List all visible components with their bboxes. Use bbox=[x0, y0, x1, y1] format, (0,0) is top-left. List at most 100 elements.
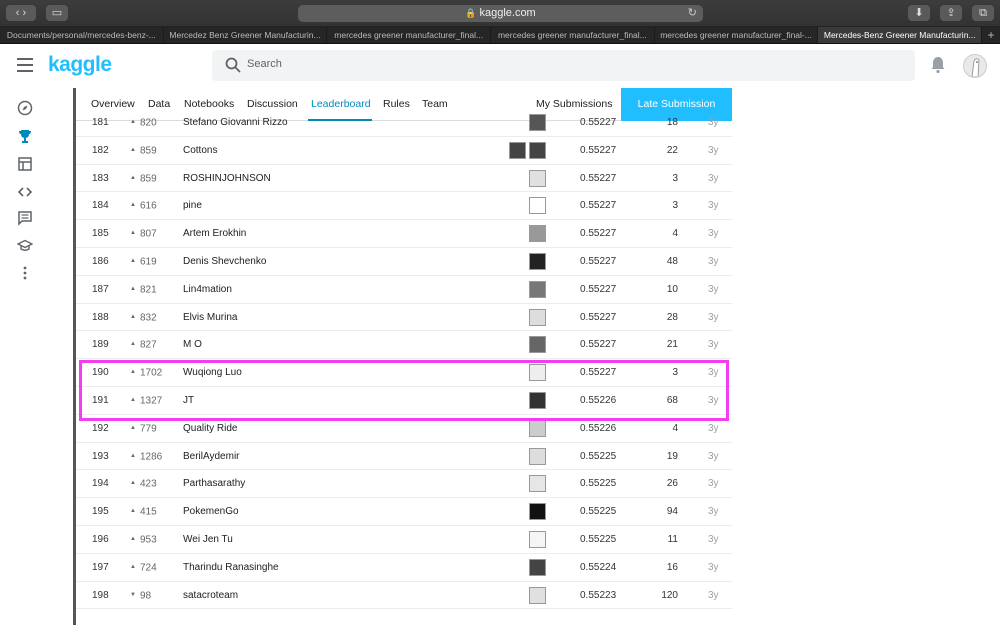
team-member-avatar[interactable] bbox=[529, 530, 546, 548]
rank-change-cell: ▲ 953 bbox=[130, 526, 157, 554]
team-member-avatar[interactable] bbox=[529, 252, 546, 270]
table-row[interactable]: 193 ▲ 1286 BerilAydemir 0.55225 19 3y bbox=[76, 443, 732, 471]
browser-tab[interactable]: Mercedes-Benz Greener Manufacturin... bbox=[818, 27, 983, 43]
table-row[interactable]: 197 ▲ 724 Tharindu Ranasinghe 0.55224 16 3y bbox=[76, 554, 732, 582]
browser-tab[interactable]: mercedes greener manufacturer_final... bbox=[327, 27, 492, 43]
address-bar[interactable]: 🔒 kaggle.com ↻ bbox=[298, 5, 703, 22]
team-member-avatar[interactable] bbox=[529, 336, 546, 354]
tabs-overview-icon[interactable]: ⧉ bbox=[972, 5, 994, 21]
team-name[interactable]: ROSHINJOHNSON bbox=[183, 165, 271, 193]
table-row[interactable]: 185 ▲ 807 Artem Erokhin 0.55227 4 3y bbox=[76, 220, 732, 248]
team-name[interactable]: BerilAydemir bbox=[183, 443, 240, 471]
user-avatar[interactable] bbox=[963, 54, 987, 78]
table-row[interactable]: 182 ▲ 859 Cottons 0.55227 22 3y bbox=[76, 137, 732, 165]
team-member-avatar[interactable] bbox=[529, 391, 546, 409]
table-row[interactable]: 184 ▲ 616 pine 0.55227 3 3y bbox=[76, 192, 732, 221]
team-name[interactable]: Stefano Giovanni Rizzo bbox=[183, 109, 288, 137]
code-icon[interactable] bbox=[17, 184, 33, 200]
team-name[interactable]: M O bbox=[183, 331, 202, 359]
more-icon[interactable] bbox=[17, 265, 33, 281]
team-member-avatar[interactable] bbox=[529, 169, 546, 187]
score-cell: 0.55227 bbox=[580, 117, 617, 128]
courses-icon[interactable] bbox=[17, 238, 33, 254]
table-row[interactable]: 181 ▲ 820 Stefano Giovanni Rizzo 0.55227 18 3y bbox=[76, 109, 732, 137]
browser-tab[interactable]: mercedes greener manufacturer_final... bbox=[491, 27, 655, 43]
team-member-avatar[interactable] bbox=[529, 280, 546, 298]
team-name[interactable]: Tharindu Ranasinghe bbox=[183, 554, 279, 582]
team-name[interactable]: Artem Erokhin bbox=[183, 220, 246, 248]
team-name[interactable]: Lin4mation bbox=[183, 276, 232, 304]
team-member-avatar[interactable] bbox=[529, 114, 546, 131]
table-row[interactable]: 196 ▲ 953 Wei Jen Tu 0.55225 11 3y bbox=[76, 526, 732, 554]
team-member-avatar[interactable] bbox=[529, 141, 546, 159]
table-row[interactable]: 191 ▲ 1327 JT 0.55226 68 3y bbox=[76, 387, 732, 415]
team-member-avatar[interactable] bbox=[529, 475, 546, 493]
team-member-avatar[interactable] bbox=[529, 225, 546, 243]
table-row[interactable]: 187 ▲ 821 Lin4mation 0.55227 10 3y bbox=[76, 276, 732, 304]
team-member-avatar[interactable] bbox=[529, 308, 546, 326]
team-member-avatar[interactable] bbox=[529, 364, 546, 382]
entries-cell: 4 bbox=[672, 228, 678, 240]
discussion-icon[interactable] bbox=[17, 210, 33, 226]
table-row[interactable]: 195 ▲ 415 PokemenGo 0.55225 94 3y bbox=[76, 498, 732, 526]
rank-cell: 195 bbox=[92, 506, 109, 518]
table-icon[interactable] bbox=[17, 156, 33, 172]
download-icon[interactable]: ⬇ bbox=[908, 5, 930, 21]
team-member-avatar[interactable] bbox=[529, 503, 546, 521]
team-member-avatar[interactable] bbox=[529, 197, 546, 215]
team-name[interactable]: JT bbox=[183, 387, 194, 415]
leaderboard-table: 181 ▲ 820 Stefano Giovanni Rizzo 0.55227 18 3y… bbox=[76, 114, 732, 610]
bell-icon[interactable] bbox=[930, 56, 946, 74]
kaggle-logo[interactable]: kaggle bbox=[48, 53, 112, 77]
last-submission-cell: 3y bbox=[708, 422, 719, 434]
rank-change-value: 1327 bbox=[139, 395, 163, 407]
sidebar-toggle-icon[interactable]: ▭ bbox=[46, 5, 68, 21]
rank-change-cell: ▲ 1286 bbox=[130, 443, 162, 471]
table-row[interactable]: 190 ▲ 1702 Wuqiong Luo 0.55227 3 3y bbox=[76, 359, 732, 387]
search-input[interactable]: Search bbox=[212, 50, 915, 81]
team-member-avatar[interactable] bbox=[529, 586, 546, 604]
browser-tab[interactable]: Mercedez Benz Greener Manufacturin... bbox=[164, 27, 328, 43]
team-name[interactable]: Elvis Murina bbox=[183, 304, 237, 332]
team-name[interactable]: Parthasarathy bbox=[183, 470, 245, 498]
table-row[interactable]: 192 ▲ 779 Quality Ride 0.55226 4 3y bbox=[76, 415, 732, 443]
rank-change-cell: ▲ 619 bbox=[130, 248, 157, 276]
compass-icon[interactable] bbox=[17, 100, 33, 116]
rank-cell: 185 bbox=[92, 228, 109, 240]
menu-icon[interactable] bbox=[17, 58, 33, 72]
team-name[interactable]: Denis Shevchenko bbox=[183, 248, 266, 276]
entries-cell: 16 bbox=[666, 561, 678, 573]
rank-change-cell: ▲ 859 bbox=[130, 165, 157, 193]
team-name[interactable]: Quality Ride bbox=[183, 415, 237, 443]
new-tab-button[interactable]: + bbox=[982, 27, 1000, 43]
team-name[interactable]: Wuqiong Luo bbox=[183, 359, 242, 387]
entries-cell: 3 bbox=[672, 172, 678, 184]
team-member-avatar[interactable] bbox=[529, 558, 546, 576]
table-row[interactable]: 198 ▼ 98 satacroteam 0.55223 120 3y bbox=[76, 582, 732, 610]
team-name[interactable]: Cottons bbox=[183, 137, 217, 165]
team-name[interactable]: Wei Jen Tu bbox=[183, 526, 233, 554]
share-icon[interactable]: ⇪ bbox=[940, 5, 962, 21]
browser-tab[interactable]: Documents/personal/mercedes-benz-... bbox=[0, 27, 164, 43]
browser-tab[interactable]: mercedes greener manufacturer_final-... bbox=[655, 27, 819, 43]
score-cell: 0.55227 bbox=[580, 283, 617, 295]
back-forward-buttons[interactable]: ‹ › bbox=[6, 5, 36, 21]
score-cell: 0.55227 bbox=[580, 144, 617, 156]
trophy-icon[interactable] bbox=[17, 128, 33, 144]
table-row[interactable]: 188 ▲ 832 Elvis Murina 0.55227 28 3y bbox=[76, 304, 732, 332]
team-member-avatar[interactable] bbox=[509, 141, 526, 159]
rank-cell: 194 bbox=[92, 478, 109, 490]
score-cell: 0.55225 bbox=[580, 506, 617, 518]
team-name[interactable]: pine bbox=[183, 192, 202, 220]
reload-icon[interactable]: ↻ bbox=[688, 5, 697, 22]
table-row[interactable]: 189 ▲ 827 M O 0.55227 21 3y bbox=[76, 331, 732, 360]
team-name[interactable]: satacroteam bbox=[183, 582, 238, 610]
last-submission-cell: 3y bbox=[708, 339, 719, 351]
table-row[interactable]: 194 ▲ 423 Parthasarathy 0.55225 26 3y bbox=[76, 470, 732, 499]
table-row[interactable]: 186 ▲ 619 Denis Shevchenko 0.55227 48 3y bbox=[76, 248, 732, 276]
score-cell: 0.55223 bbox=[580, 589, 617, 601]
team-member-avatar[interactable] bbox=[529, 419, 546, 437]
table-row[interactable]: 183 ▲ 859 ROSHINJOHNSON 0.55227 3 3y bbox=[76, 165, 732, 193]
team-name[interactable]: PokemenGo bbox=[183, 498, 239, 526]
team-member-avatar[interactable] bbox=[529, 447, 546, 465]
